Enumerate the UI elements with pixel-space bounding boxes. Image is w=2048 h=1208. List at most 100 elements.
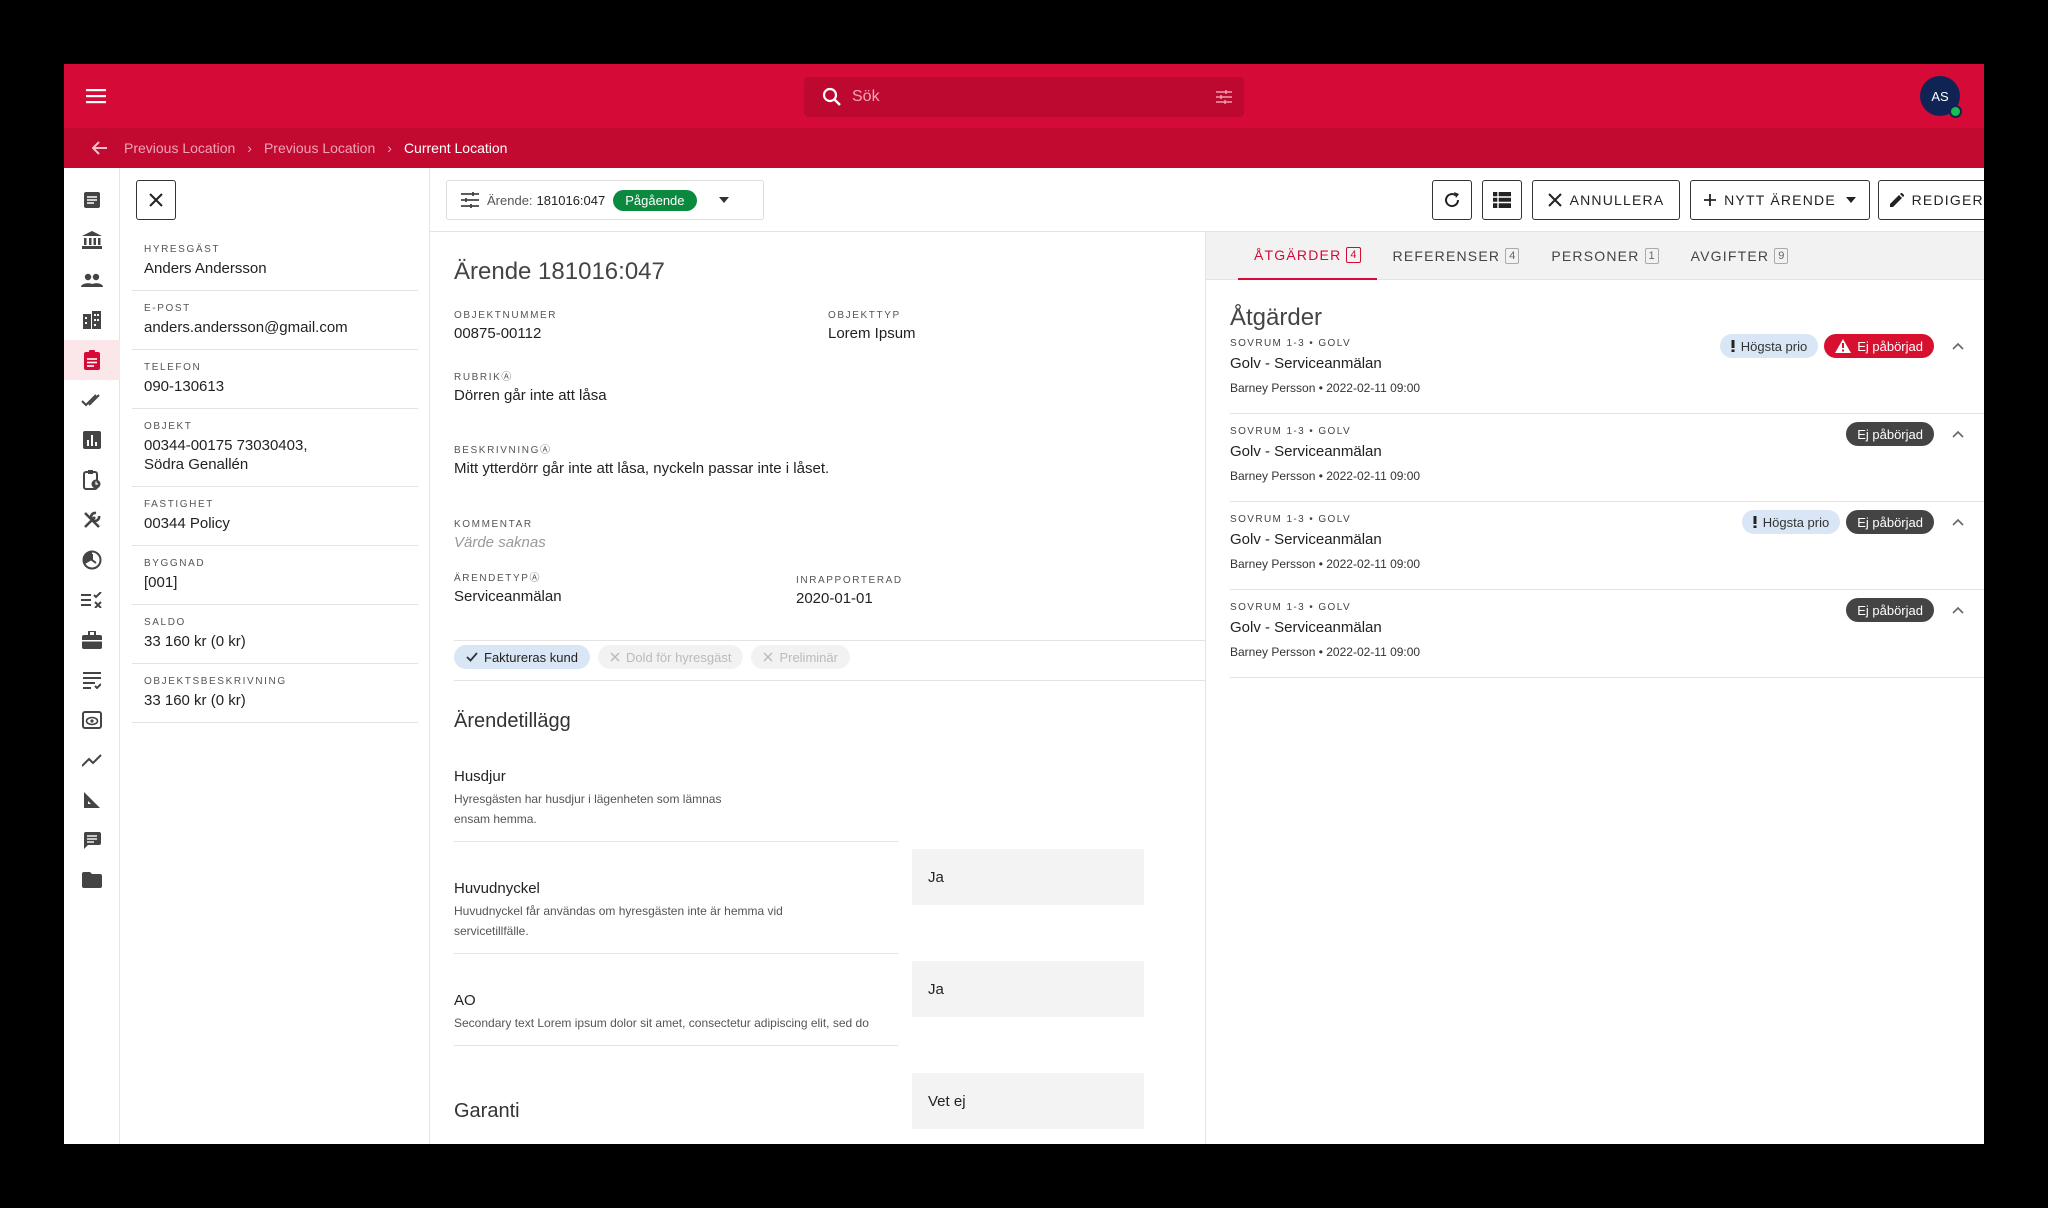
field-value: Dörren går inte att låsa [454,387,607,404]
nav-done[interactable] [64,380,120,420]
addon-description: Huvudnyckel får användas om hyresgästen … [454,904,783,938]
case-flags: Faktureras kund Dold för hyresgäst Preli… [454,645,850,669]
addon-husdjur: Husdjur Hyresgästen har husdjur i lägenh… [454,768,898,842]
search-bar[interactable] [804,77,1244,117]
info-object: OBJEKT 00344-00175 73030403, Södra Genallé… [132,409,418,487]
chevron-up-icon[interactable] [1948,424,1968,444]
edit-button[interactable]: REDIGERA [1878,180,1984,220]
clipboard-clock-icon [83,470,101,490]
case-toolbar: Ärende: 181016:047 Pågående ANNULLERA NY… [430,168,1984,232]
breadcrumb-link[interactable]: Previous Location [124,140,235,156]
info-label: OBJEKTSBESKRIVNING [144,676,287,687]
action-title: Golv - Serviceanmälan [1230,355,1382,372]
info-building: BYGGNAD [001] [132,546,418,605]
nav-trend[interactable] [64,740,120,780]
nav-files[interactable] [64,860,120,900]
nav-history[interactable] [64,540,120,580]
nav-checklist[interactable] [64,580,120,620]
nav-messages[interactable] [64,820,120,860]
nav-tools[interactable] [64,500,120,540]
chat-icon [83,832,101,849]
action-item[interactable]: SOVRUM 1-3 • GOLV Golv - Serviceanmälan … [1230,502,1984,590]
close-panel-button[interactable] [136,180,176,220]
action-meta: Barney Persson • 2022-02-11 09:00 [1230,557,1421,571]
preview-icon [82,711,102,729]
nav-list[interactable] [64,660,120,700]
device-frame: AS Previous Location › Previous Location… [0,0,2048,1208]
caret-down-icon [1845,197,1856,203]
priority-badge: Högsta prio [1741,510,1841,534]
exclamation-icon [1731,340,1735,352]
info-value: 00344 Policy [144,515,230,532]
tab-atgarder[interactable]: ÅTGÄRDER 4 [1238,232,1377,280]
tab-avgifter[interactable]: AVGIFTER 9 [1675,232,1805,280]
info-phone: TELEFON 090-130613 [132,350,418,409]
status-badge: Ej påbörjad [1846,510,1934,534]
field-beskrivning: BESKRIVNINGⒶ Mitt ytterdörr går inte att… [454,441,829,477]
list-icon [83,672,101,689]
tab-label: AVGIFTER [1690,248,1770,264]
addon-value-huvudnyckel[interactable]: Ja [912,961,1144,1017]
priority-badge: Högsta prio [1719,334,1819,358]
info-value: Anders Andersson [144,260,267,277]
nav-document[interactable] [64,180,120,220]
avatar-initials: AS [1931,88,1949,104]
case-details: Ärende 181016:047 OBJEKTNUMMER 00875-001… [430,232,1206,1144]
new-case-button[interactable]: NYTT ÄRENDE [1690,180,1870,220]
checklist-icon [81,592,102,608]
chevron-up-icon[interactable] [1948,600,1968,620]
breadcrumb-link[interactable]: Previous Location [264,140,375,156]
chevron-up-icon[interactable] [1948,512,1968,532]
action-item[interactable]: SOVRUM 1-3 • GOLV Golv - Serviceanmälan … [1230,414,1984,502]
chevron-up-icon[interactable] [1948,336,1968,356]
info-value[interactable]: 090-130613 [144,377,406,396]
addon-value-husdjur[interactable]: Ja [912,849,1144,905]
nav-reports[interactable] [64,420,120,460]
menu-button[interactable] [82,82,110,110]
chip-label: Preliminär [779,649,838,665]
field-label: BESKRIVNINGⒶ [454,441,829,456]
search-input[interactable] [852,77,1204,117]
nav-view[interactable] [64,700,120,740]
action-title: Golv - Serviceanmälan [1230,443,1382,460]
field-value: Lorem Ipsum [828,325,916,342]
nav-work[interactable] [64,620,120,660]
field-label-text: RUBRIK [454,372,502,383]
refresh-button[interactable] [1432,180,1472,220]
back-arrow-icon[interactable] [86,134,114,162]
divider [454,640,1205,641]
nav-bank[interactable] [64,220,120,260]
side-navigation [64,168,120,1144]
required-marker-icon: Ⓐ [501,372,513,383]
action-item[interactable]: SOVRUM 1-3 • GOLV Golv - Serviceanmälan … [1230,590,1984,678]
user-avatar[interactable]: AS [1920,76,1962,118]
action-title: Golv - Serviceanmälan [1230,531,1382,548]
nav-people[interactable] [64,260,120,300]
chip-preliminar[interactable]: Preliminär [751,645,850,669]
info-email: E-POST anders.andersson@gmail.com [132,291,418,350]
info-value[interactable]: anders.andersson@gmail.com [144,318,406,337]
list-view-button[interactable] [1482,180,1522,220]
chip-dold-for-hyresgast[interactable]: Dold för hyresgäst [597,645,744,669]
info-balance: SALDO 33 160 kr (0 kr) [132,605,418,664]
nav-buildings[interactable] [64,300,120,340]
people-icon [81,273,103,287]
nav-cases[interactable] [64,340,120,380]
case-prefix: Ärende: [487,192,533,208]
info-label: TELEFON [144,362,202,373]
addon-value-ao[interactable]: Vet ej [912,1073,1144,1129]
action-item[interactable]: SOVRUM 1-3 • GOLV Golv - Serviceanmälan … [1230,326,1984,414]
action-meta: Barney Persson • 2022-02-11 09:00 [1230,645,1421,659]
case-selector[interactable]: Ärende: 181016:047 Pågående [446,180,764,220]
cancel-case-button[interactable]: ANNULLERA [1532,180,1680,220]
tab-personer[interactable]: PERSONER 1 [1535,232,1674,280]
tab-count: 4 [1505,248,1520,264]
filter-tune-icon[interactable] [1204,77,1244,117]
tab-referenser[interactable]: REFERENSER 4 [1377,232,1536,280]
action-location: SOVRUM 1-3 • GOLV [1230,602,1352,613]
nav-measure[interactable] [64,780,120,820]
chip-label: Faktureras kund [484,649,578,665]
section-title-garanti: Garanti [454,1100,520,1122]
chip-faktureras-kund[interactable]: Faktureras kund [454,645,590,669]
nav-schedule[interactable] [64,460,120,500]
